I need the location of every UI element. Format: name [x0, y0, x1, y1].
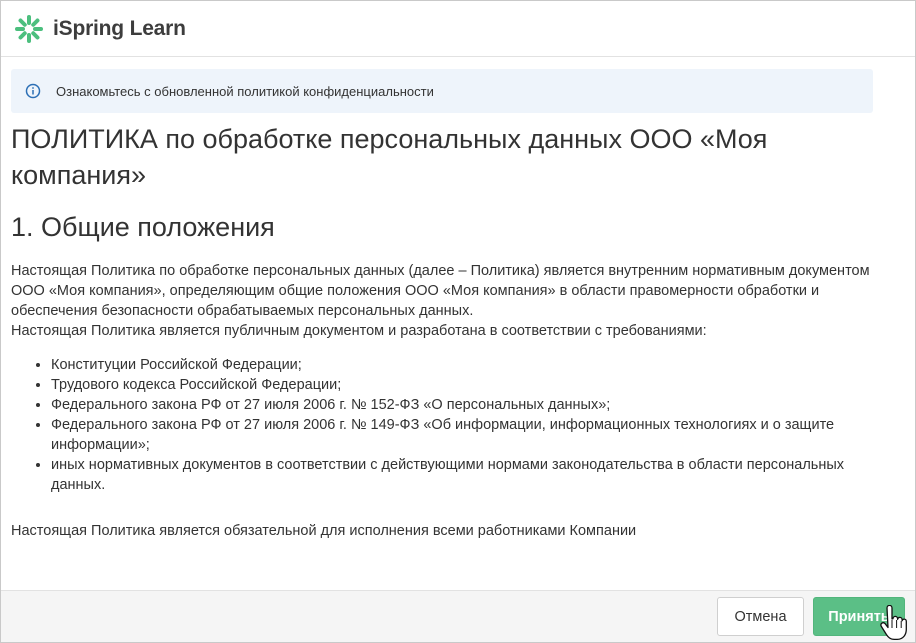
document-title: ПОЛИТИКА по обработке персональных данны…: [11, 124, 768, 190]
list-item: Трудового кодекса Российской Федерации;: [51, 375, 875, 395]
section-heading: 1. Общие положения: [11, 212, 275, 242]
dialog-footer: Отмена Принять: [1, 590, 915, 642]
notice-text: Ознакомьтесь с обновленной политикой кон…: [56, 83, 434, 99]
list-item: иных нормативных документов в соответств…: [51, 455, 875, 495]
app-header: iSpring Learn: [1, 1, 915, 57]
cancel-button[interactable]: Отмена: [717, 597, 804, 636]
info-icon: [25, 83, 41, 99]
hand-cursor-icon: [880, 605, 907, 641]
policy-content: Ознакомьтесь с обновленной политикой кон…: [11, 69, 875, 541]
requirements-list: Конституции Российской Федерации; Трудов…: [11, 355, 875, 495]
paragraph-requirements: Настоящая Политика является публичным до…: [11, 323, 707, 339]
policy-dialog: iSpring Learn Ознакомьтесь с обновленной…: [0, 0, 916, 643]
paragraph-intro: Настоящая Политика по обработке персонал…: [11, 263, 870, 319]
app-name: iSpring Learn: [53, 16, 186, 40]
list-item: Федерального закона РФ от 27 июля 2006 г…: [51, 395, 875, 415]
paragraph-closing: Настоящая Политика является обязательной…: [11, 523, 637, 539]
privacy-notice-banner: Ознакомьтесь с обновленной политикой кон…: [11, 69, 873, 113]
list-item: Федерального закона РФ от 27 июля 2006 г…: [51, 415, 875, 455]
list-item: Конституции Российской Федерации;: [51, 355, 875, 375]
ispring-logo-icon: [15, 14, 43, 43]
